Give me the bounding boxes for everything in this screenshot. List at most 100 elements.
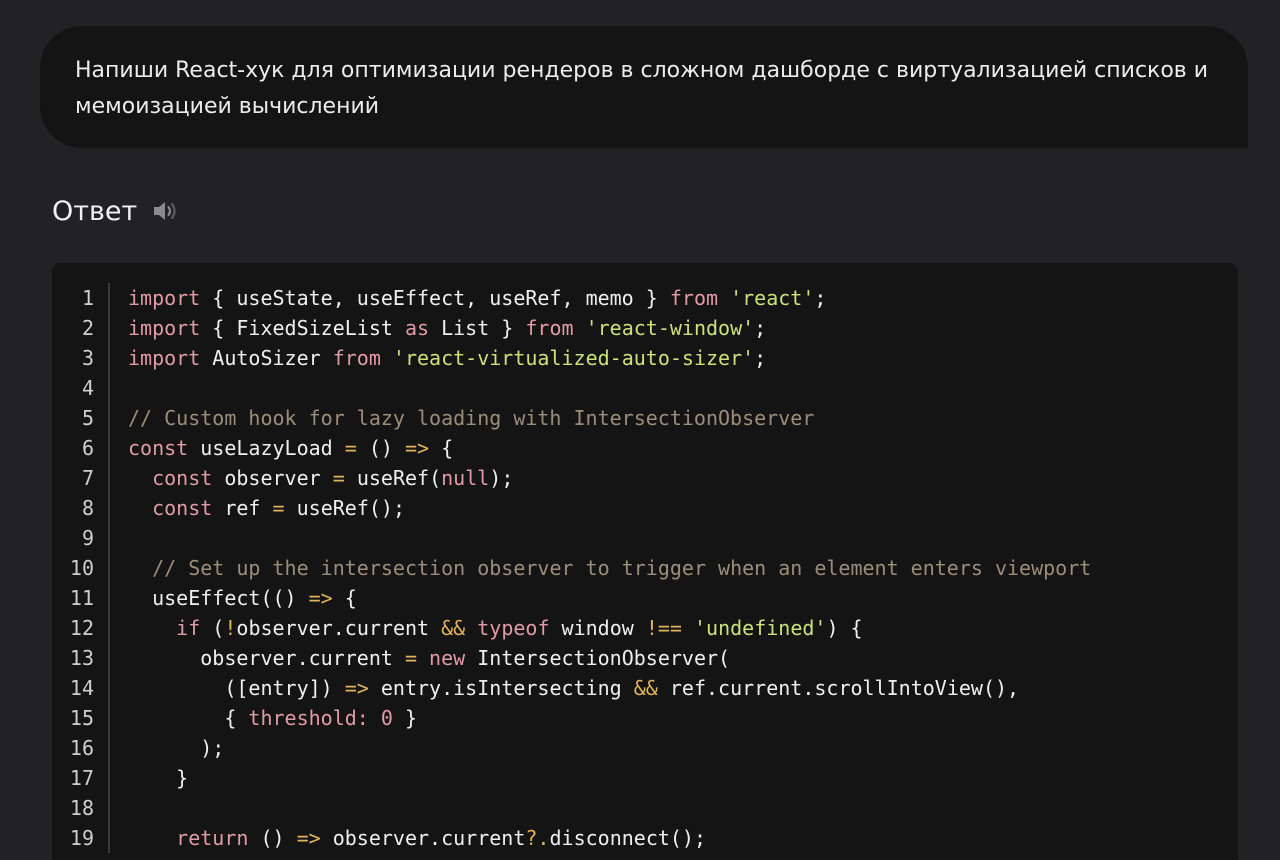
code-text: { threshold: 0 } [128,706,417,730]
code-token: ( [200,616,225,640]
code-token: ([entry]) [128,676,345,700]
code-line: 12 if (!observer.current && typeof windo… [52,613,1238,643]
code-line: 6 const useLazyLoad = () => { [52,433,1238,463]
code-text: // Set up the intersection observer to t… [128,556,1091,580]
code-line: 3 import AutoSizer from 'react-virtualize… [52,343,1238,373]
line-number: 6 [81,436,94,460]
code-text: observer.current = new IntersectionObser… [128,646,730,670]
code-line: 5 // Custom hook for lazy loading with In… [52,403,1238,433]
chat-page: Напиши React-хук для оптимизации рендеро… [0,0,1280,860]
code-line: 1 import { useState, useEffect, useRef, m… [52,283,1238,313]
code-line: 19 return () => observer.current?.discon… [52,823,1238,853]
line-number: 12 [69,616,94,640]
code-text: } [128,766,188,790]
gutter-separator [108,673,110,703]
code-text: import AutoSizer from 'react-virtualized… [128,346,766,370]
gutter-separator [108,733,110,763]
prompt-line-2: мемоизацией вычислений [75,94,380,119]
code-token: from [332,346,381,370]
code-token: } [392,706,418,730]
line-number: 8 [81,496,94,520]
code-token: && [441,616,466,640]
gutter-separator [108,373,110,403]
line-number: 4 [81,376,94,400]
code-token: window [549,616,646,640]
code-token: => [308,586,333,610]
line-number: 9 [81,526,94,550]
code-lines: 1 import { useState, useEffect, useRef, m… [52,283,1238,853]
code-line: 14 ([entry]) => entry.isIntersecting && … [52,673,1238,703]
code-token: = [344,436,357,460]
code-token: ref [212,496,273,520]
code-line: 17 } [52,763,1238,793]
line-number: 11 [69,586,94,610]
gutter-separator [108,463,110,493]
gutter-separator [108,433,110,463]
code-token: // Custom hook for lazy loading with Int… [128,406,815,430]
line-number: 15 [69,706,94,730]
code-line: 11 useEffect(() => { [52,583,1238,613]
code-token: 'react-virtualized-auto-sizer' [392,346,755,370]
line-number: 3 [81,346,94,370]
code-token: = [272,496,285,520]
speaker-icon[interactable] [151,199,181,223]
gutter-separator [108,763,110,793]
code-token: = [404,646,417,670]
code-token: AutoSizer [200,346,333,370]
code-line: 8 const ref = useRef(); [52,493,1238,523]
code-text: import { FixedSizeList as List } from 'r… [128,316,766,340]
code-block: 1 import { useState, useEffect, useRef, m… [52,263,1238,860]
code-line: 16 ); [52,733,1238,763]
code-text: ([entry]) => entry.isIntersecting && ref… [128,676,1019,700]
code-token: ; [754,346,767,370]
code-token: 'react' [730,286,815,310]
code-token: { [128,706,249,730]
code-token: useRef(); [284,496,405,520]
code-line: 15 { threshold: 0 } [52,703,1238,733]
user-prompt-bubble: Напиши React-хук для оптимизации рендеро… [40,26,1248,148]
code-token: as [404,316,430,340]
line-number: 10 [69,556,94,580]
code-text: const useLazyLoad = () => { [128,436,453,460]
line-number: 17 [69,766,94,790]
code-token: return [176,826,249,850]
code-token: () [248,826,297,850]
code-token: threshold: [248,706,369,730]
gutter-separator [108,583,110,613]
code-token: const [152,466,213,490]
speaker-icon-graphic [154,202,176,220]
code-token: disconnect(); [549,826,707,850]
code-token: if [176,616,201,640]
code-token: 'undefined' [694,616,827,640]
gutter-separator [108,703,110,733]
answer-title: Ответ [52,195,138,227]
code-token: 0 [380,706,393,730]
code-token: !== [645,616,682,640]
line-number: 16 [69,736,94,760]
code-token: && [633,676,658,700]
line-number: 7 [81,466,94,490]
code-text: const observer = useRef(null); [128,466,513,490]
code-token: observer.current [236,616,442,640]
code-token: const [128,436,189,460]
code-text: return () => observer.current?.disconnec… [128,826,706,850]
code-token: } [128,766,189,790]
code-token: useEffect(() [128,586,309,610]
code-token: ?. [525,826,550,850]
gutter-separator [108,793,110,823]
code-token: IntersectionObserver( [465,646,731,670]
code-line: 2 import { FixedSizeList as List } from '… [52,313,1238,343]
gutter-separator [108,823,110,853]
code-token: entry.isIntersecting [368,676,634,700]
code-token: useRef( [344,466,442,490]
line-number: 13 [69,646,94,670]
